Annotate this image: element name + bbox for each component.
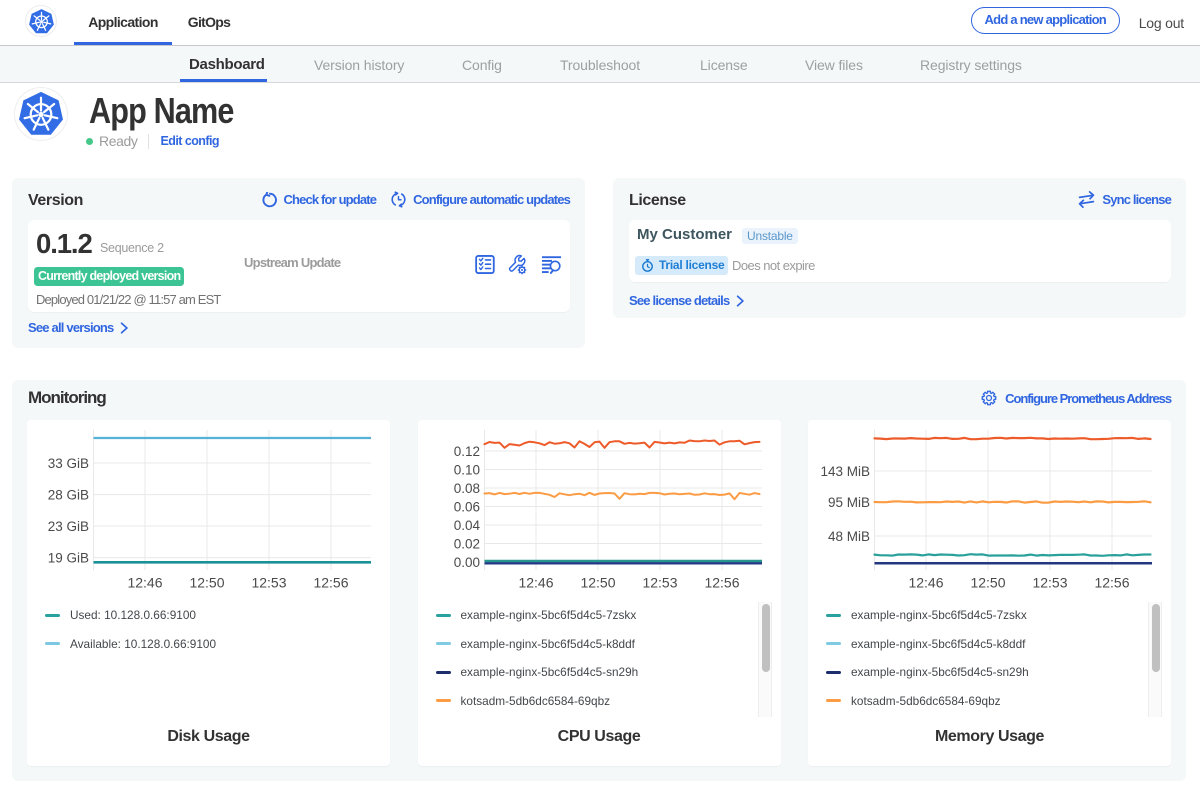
svg-text:0.02: 0.02 [453, 537, 479, 552]
svg-text:12:50: 12:50 [970, 575, 1005, 591]
svg-text:12:50: 12:50 [189, 575, 224, 591]
svg-text:12:53: 12:53 [1032, 575, 1067, 591]
svg-text:0.12: 0.12 [453, 444, 479, 459]
svg-text:12:53: 12:53 [251, 575, 286, 591]
svg-text:12:46: 12:46 [518, 575, 553, 591]
svg-text:33 GiB: 33 GiB [48, 456, 89, 471]
svg-text:12:56: 12:56 [313, 575, 348, 591]
svg-text:0.08: 0.08 [453, 481, 479, 496]
svg-text:95 MiB: 95 MiB [828, 495, 870, 510]
svg-text:28 GiB: 28 GiB [48, 488, 89, 503]
svg-text:23 GiB: 23 GiB [48, 519, 89, 534]
svg-text:12:56: 12:56 [1094, 575, 1129, 591]
svg-text:12:46: 12:46 [908, 575, 943, 591]
svg-text:0.10: 0.10 [453, 463, 479, 478]
svg-text:0.04: 0.04 [453, 518, 480, 533]
svg-text:0.06: 0.06 [453, 500, 479, 515]
svg-text:12:53: 12:53 [642, 575, 677, 591]
svg-text:0.00: 0.00 [453, 555, 479, 570]
svg-text:12:50: 12:50 [580, 575, 615, 591]
svg-text:12:56: 12:56 [704, 575, 739, 591]
svg-text:48 MiB: 48 MiB [828, 529, 870, 544]
svg-text:12:46: 12:46 [127, 575, 162, 591]
svg-text:143 MiB: 143 MiB [820, 464, 870, 479]
svg-text:19 GiB: 19 GiB [48, 551, 89, 566]
